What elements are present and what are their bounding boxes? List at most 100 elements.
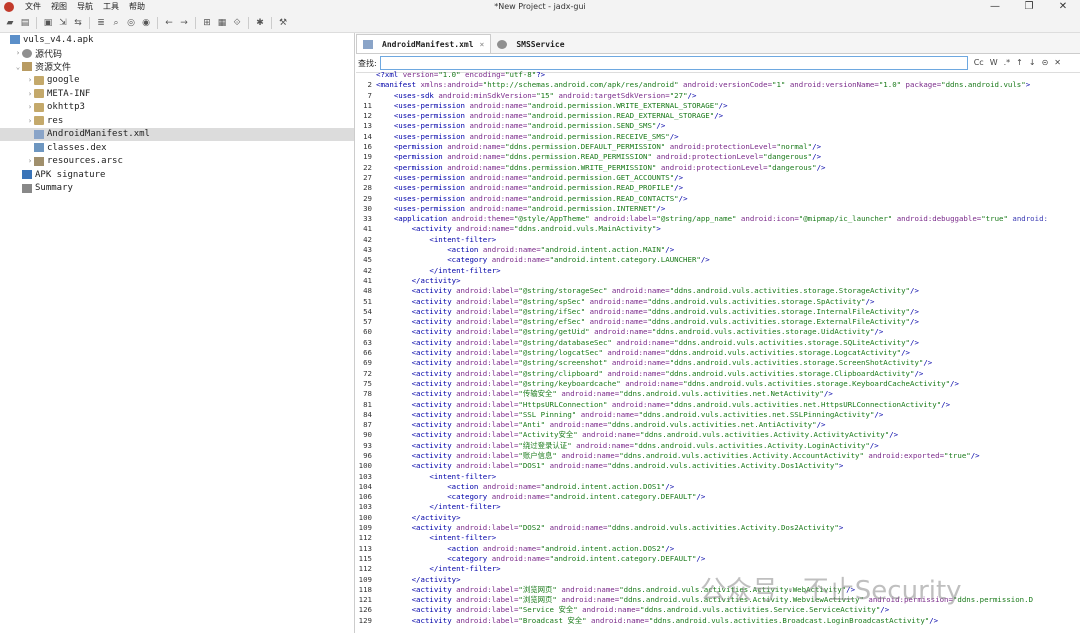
code-line: 29 <uses-permission android:name="androi… (356, 194, 1080, 204)
maximize-button[interactable]: ❐ (1012, 0, 1046, 14)
code-line: 42 <intent-filter> (356, 235, 1080, 245)
code-text: <intent-filter> (429, 234, 497, 244)
expand-toggle-icon[interactable]: › (26, 117, 34, 125)
tree-item[interactable]: › 源代码 (0, 47, 354, 61)
export-icon[interactable]: ⇲ (57, 17, 69, 29)
code-text: <intent-filter> (429, 471, 497, 481)
line-number: 112 (358, 564, 372, 574)
menu-item[interactable]: 帮助 (124, 0, 150, 14)
tree-item[interactable]: classes.dex (0, 141, 354, 155)
forward-icon[interactable]: → (178, 17, 190, 29)
line-number: 63 (363, 337, 372, 347)
line-number: 121 (358, 595, 372, 605)
back-icon[interactable]: ← (163, 17, 175, 29)
tree-item-label: AndroidManifest.xml (47, 129, 150, 140)
tree-item[interactable]: › META-INF (0, 87, 354, 101)
watermark: 公众号 · 不止Security (700, 576, 962, 606)
code-line: 43 <action android:name="android.intent.… (356, 245, 1080, 255)
add-icon[interactable]: ▤ (19, 17, 31, 29)
search-option-button[interactable]: ↑ (1016, 58, 1023, 67)
expand-toggle-icon[interactable]: › (26, 103, 34, 111)
line-number: 60 (363, 327, 372, 337)
debug-icon[interactable]: ✱ (254, 17, 266, 29)
log-icon[interactable]: ▦ (216, 17, 228, 29)
sum-icon (22, 183, 32, 193)
tree-item[interactable]: › res (0, 114, 354, 128)
tree-item[interactable]: Summary (0, 182, 354, 196)
open-icon[interactable]: ▰ (4, 17, 16, 29)
expand-toggle-icon[interactable]: › (26, 157, 34, 165)
code-line: 12 <uses-permission android:name="androi… (356, 111, 1080, 121)
code-text: <intent-filter> (429, 533, 497, 543)
deobf-icon[interactable]: ⟐ (231, 17, 243, 29)
line-number: 12 (363, 111, 372, 121)
code-line: 19 <permission android:name="ddns.permis… (356, 152, 1080, 162)
search-usage-icon[interactable]: ◉ (140, 17, 152, 29)
close-window-button[interactable]: ✕ (1046, 0, 1080, 14)
expand-toggle-icon[interactable]: › (14, 49, 22, 57)
search-option-button[interactable]: ↓ (1029, 58, 1036, 67)
menu-item[interactable]: 文件 (20, 0, 46, 14)
sync-icon[interactable]: ⇆ (72, 17, 84, 29)
code-text: <activity android:label="账户信息" android:n… (411, 450, 980, 460)
search-input[interactable] (379, 56, 968, 70)
tree-item[interactable]: AndroidManifest.xml (0, 127, 354, 141)
line-number: 14 (363, 131, 372, 141)
xml-icon (34, 129, 44, 139)
window-title: *New Project - jadx-gui (494, 2, 586, 11)
line-number: 22 (363, 162, 372, 172)
search-option-button[interactable]: Cc (974, 58, 984, 67)
line-number: 129 (358, 615, 372, 625)
code-text: <activity android:name="ddns.android.vul… (411, 224, 661, 234)
expand-toggle-icon[interactable]: › (26, 76, 34, 84)
line-number: 16 (363, 142, 372, 152)
tree-item[interactable]: vuls_v4.4.apk (0, 33, 354, 47)
code-line: 100 </activity> (356, 513, 1080, 523)
expand-toggle-icon[interactable]: ⌄ (14, 63, 22, 71)
quark-icon[interactable]: ⊞ (201, 17, 213, 29)
minimize-button[interactable]: — (978, 0, 1012, 14)
menu-item[interactable]: 工具 (98, 0, 124, 14)
code-line: 75 <activity android:label="@string/keyb… (356, 379, 1080, 389)
editor-tab[interactable]: SMSService (491, 35, 570, 53)
tree-item-label: 资源文件 (35, 63, 72, 74)
toolbar-separator (195, 17, 196, 29)
code-line: 48 <activity android:label="@string/stor… (356, 286, 1080, 296)
menu-item[interactable]: 导航 (72, 0, 98, 14)
search-option-button[interactable]: ⊝ (1042, 58, 1049, 67)
search-icon[interactable]: ⌕ (110, 17, 122, 29)
tree-item[interactable]: › google (0, 74, 354, 88)
code-text: <permission android:name="ddns.permissio… (393, 142, 822, 152)
code-line: 57 <activity android:label="@string/efSe… (356, 317, 1080, 327)
code-text: </intent-filter> (429, 502, 501, 512)
editor-tab[interactable]: AndroidManifest.xml × (356, 34, 492, 53)
line-number: 100 (358, 512, 372, 522)
tree-item[interactable]: APK signature (0, 168, 354, 182)
code-line: 30 <uses-permission android:name="androi… (356, 204, 1080, 214)
expand-toggle-icon[interactable]: › (26, 90, 34, 98)
toolbar-separator (36, 17, 37, 29)
code-view[interactable]: <?xml version="1.0" encoding="utf-8"?> 2 <… (356, 70, 1080, 633)
code-text: <uses-permission android:name="android.p… (393, 203, 666, 213)
code-line: 69 <activity android:label="@string/scre… (356, 358, 1080, 368)
flat-pkg-icon[interactable]: ≣ (95, 17, 107, 29)
tree-item[interactable]: › okhttp3 (0, 101, 354, 115)
code-text: </activity> (411, 574, 461, 584)
code-text: </activity> (411, 275, 461, 285)
code-line: 13 <uses-permission android:name="androi… (356, 121, 1080, 131)
tab-close-icon[interactable]: × (480, 40, 485, 49)
tree-item[interactable]: ⌄ 资源文件 (0, 60, 354, 74)
search-option-button[interactable]: W (990, 58, 998, 67)
code-line: 96 <activity android:label="账户信息" androi… (356, 451, 1080, 461)
menu-item[interactable]: 视图 (46, 0, 72, 14)
tree-item[interactable]: › resources.arsc (0, 155, 354, 169)
code-line: 7 <uses-sdk android:minSdkVersion="15" a… (356, 91, 1080, 101)
save-icon[interactable]: ▣ (42, 17, 54, 29)
prefs-icon[interactable]: ⚒ (277, 17, 289, 29)
line-number: 69 (363, 358, 372, 368)
search-option-button[interactable]: ✕ (1054, 58, 1061, 67)
tree-item-label: APK signature (35, 169, 106, 180)
search-option-button[interactable]: .* (1004, 58, 1011, 67)
search-class-icon[interactable]: ◎ (125, 17, 137, 29)
line-number: 57 (363, 317, 372, 327)
